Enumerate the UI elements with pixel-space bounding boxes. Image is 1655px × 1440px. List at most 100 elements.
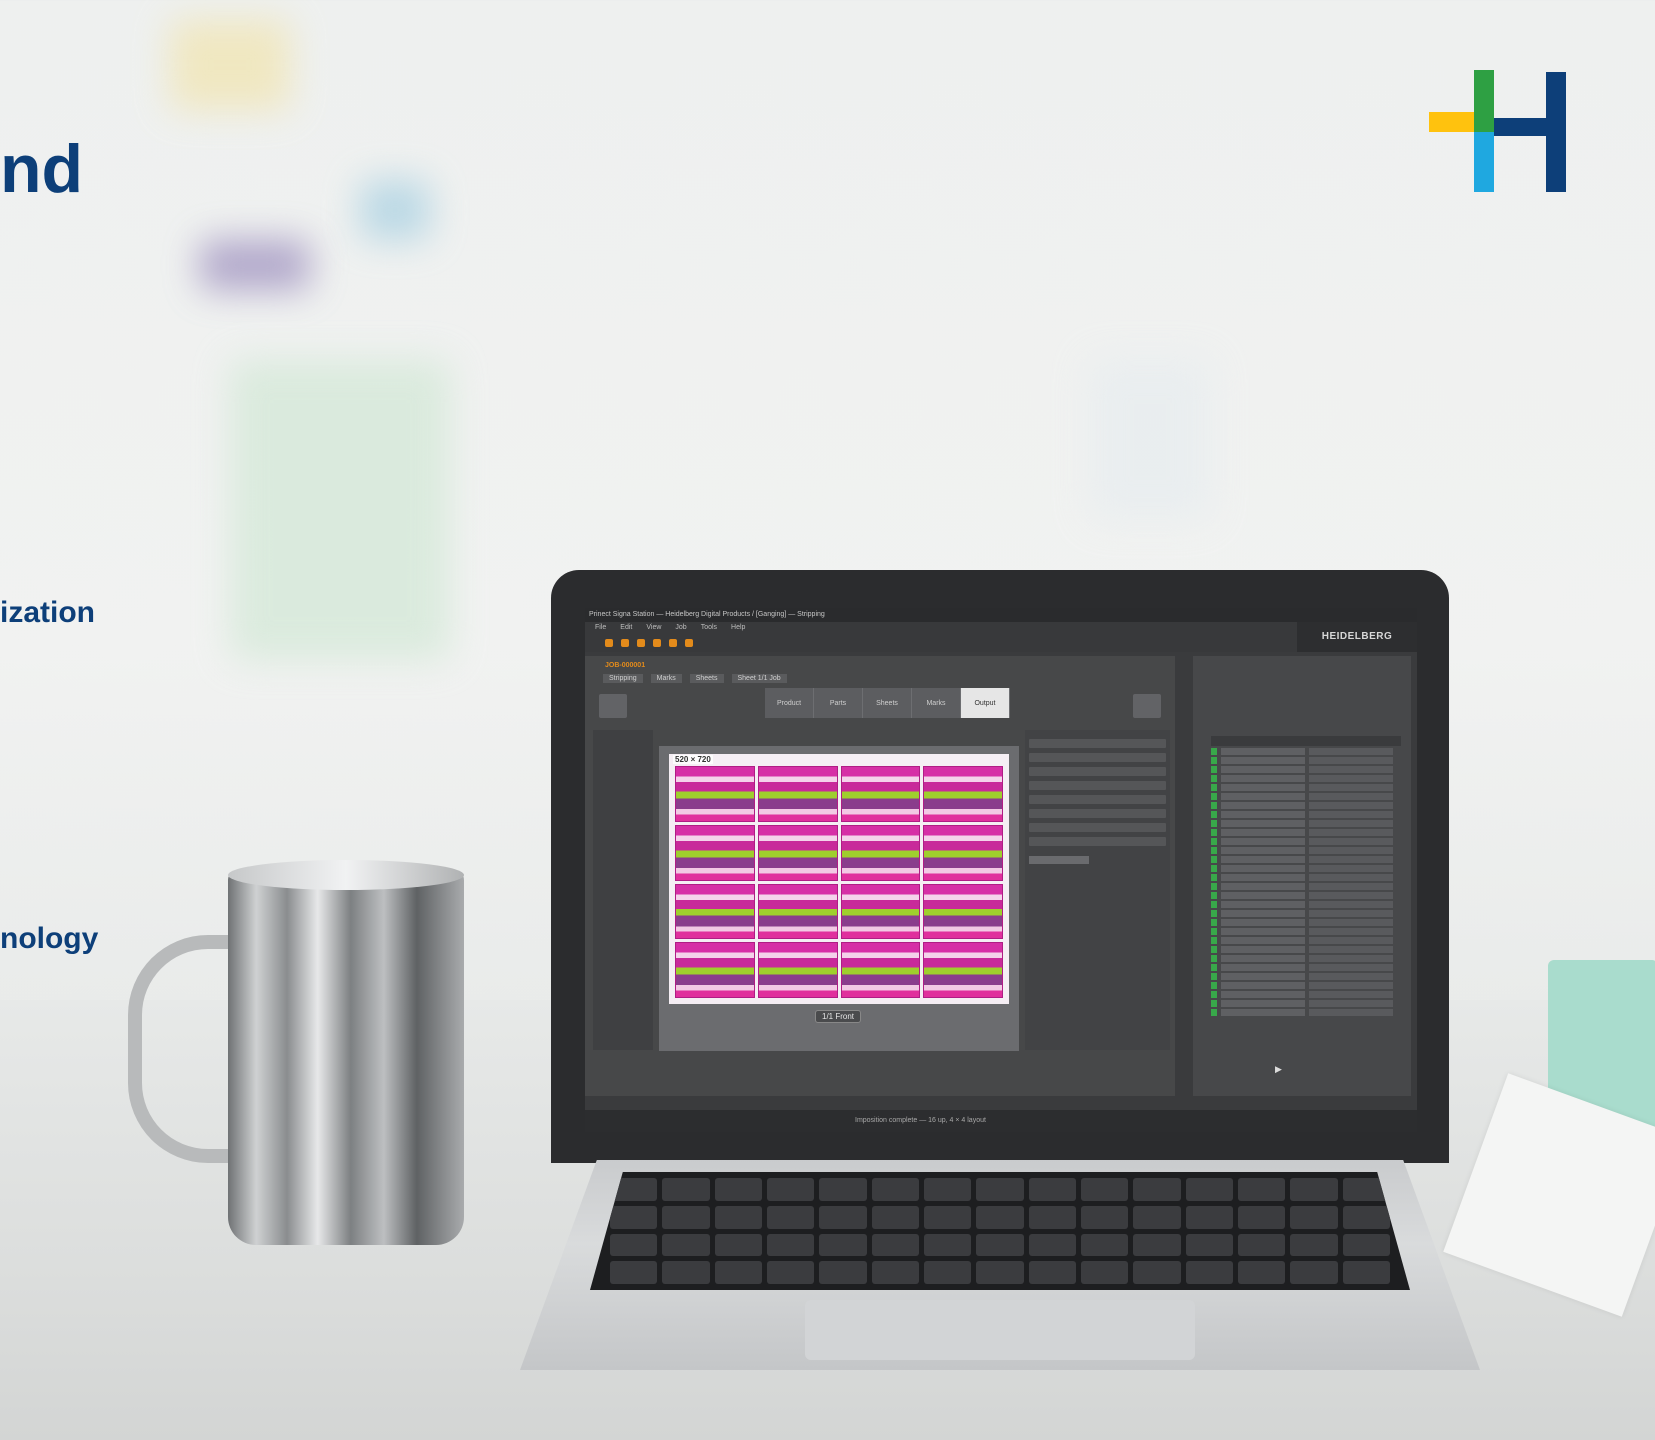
app-toolbar bbox=[585, 634, 1417, 652]
table-row[interactable] bbox=[1211, 982, 1393, 989]
product-tile[interactable] bbox=[757, 942, 838, 998]
save-icon[interactable] bbox=[637, 639, 645, 647]
sheet-dimensions: 520 × 720 bbox=[673, 755, 713, 764]
menu-view[interactable]: View bbox=[646, 622, 661, 634]
product-tile[interactable] bbox=[675, 766, 755, 822]
step-product[interactable]: Product bbox=[765, 688, 814, 718]
laptop-keyboard bbox=[590, 1172, 1410, 1290]
product-tile[interactable] bbox=[757, 883, 838, 940]
product-tile[interactable] bbox=[675, 883, 755, 940]
mug-rim bbox=[228, 860, 464, 890]
property-row[interactable] bbox=[1029, 767, 1166, 776]
product-tile[interactable] bbox=[757, 766, 838, 822]
table-row[interactable] bbox=[1211, 784, 1393, 791]
product-tile[interactable] bbox=[757, 824, 838, 881]
table-row[interactable] bbox=[1211, 793, 1393, 800]
bullet-text-1: ization bbox=[0, 596, 95, 629]
table-row[interactable] bbox=[1211, 775, 1393, 782]
property-row[interactable] bbox=[1029, 795, 1166, 804]
property-row[interactable] bbox=[1029, 837, 1166, 846]
menu-edit[interactable]: Edit bbox=[620, 622, 632, 634]
table-row[interactable] bbox=[1211, 937, 1393, 944]
view-tabs: Stripping Marks Sheets Sheet 1/1 Job bbox=[603, 674, 787, 683]
step-marks[interactable]: Marks bbox=[912, 688, 961, 718]
apply-button[interactable] bbox=[1029, 856, 1089, 864]
product-tile[interactable] bbox=[840, 883, 921, 940]
table-row[interactable] bbox=[1211, 919, 1393, 926]
property-row[interactable] bbox=[1029, 781, 1166, 790]
table-row[interactable] bbox=[1211, 847, 1393, 854]
table-row[interactable] bbox=[1211, 820, 1393, 827]
table-row[interactable] bbox=[1211, 991, 1393, 998]
property-row[interactable] bbox=[1029, 739, 1166, 748]
forward-button[interactable] bbox=[1133, 694, 1161, 718]
table-row[interactable] bbox=[1211, 928, 1393, 935]
product-tile[interactable] bbox=[923, 824, 1003, 881]
document-tab[interactable]: JOB-000001 bbox=[605, 662, 645, 669]
products-panel: ▶ bbox=[1193, 656, 1411, 1096]
table-row[interactable] bbox=[1211, 1000, 1393, 1007]
step-output[interactable]: Output bbox=[961, 688, 1010, 718]
menu-job[interactable]: Job bbox=[675, 622, 686, 634]
table-row[interactable] bbox=[1211, 865, 1393, 872]
table-row[interactable] bbox=[1211, 748, 1393, 755]
brand-h-logo bbox=[1429, 70, 1566, 192]
press-sheet: 520 × 720 bbox=[669, 754, 1009, 1004]
product-tile[interactable] bbox=[675, 942, 755, 998]
product-tile[interactable] bbox=[840, 766, 921, 822]
product-tile[interactable] bbox=[675, 824, 755, 881]
product-table bbox=[1211, 748, 1393, 1018]
product-tile[interactable] bbox=[923, 766, 1003, 822]
table-row[interactable] bbox=[1211, 838, 1393, 845]
product-tile[interactable] bbox=[923, 883, 1003, 940]
table-row[interactable] bbox=[1211, 946, 1393, 953]
undo-icon[interactable] bbox=[669, 639, 677, 647]
print-icon[interactable] bbox=[653, 639, 661, 647]
table-row[interactable] bbox=[1211, 910, 1393, 917]
ganged-layout bbox=[675, 766, 1003, 998]
table-row[interactable] bbox=[1211, 856, 1393, 863]
properties-panel bbox=[1025, 730, 1170, 1050]
menu-help[interactable]: Help bbox=[731, 622, 745, 634]
table-row[interactable] bbox=[1211, 955, 1393, 962]
tab-sheets[interactable]: Sheets bbox=[689, 674, 724, 683]
heidelberg-brand: HEIDELBERG bbox=[1297, 622, 1417, 652]
laptop-screen: Prinect Signa Station — Heidelberg Digit… bbox=[585, 608, 1417, 1132]
tab-sheet-job[interactable]: Sheet 1/1 Job bbox=[731, 674, 787, 683]
product-tile[interactable] bbox=[840, 824, 921, 881]
table-row[interactable] bbox=[1211, 802, 1393, 809]
app-menu-bar: File Edit View Job Tools Help bbox=[585, 622, 1417, 634]
play-icon[interactable]: ▶ bbox=[1275, 1064, 1282, 1075]
back-button[interactable] bbox=[599, 694, 627, 718]
bullet-text-2: nology bbox=[0, 922, 99, 955]
page-headline: nd bbox=[0, 131, 84, 207]
product-tile[interactable] bbox=[923, 942, 1003, 998]
tab-stripping[interactable]: Stripping bbox=[603, 674, 643, 683]
job-tree[interactable] bbox=[593, 730, 653, 1050]
table-row[interactable] bbox=[1211, 901, 1393, 908]
property-row[interactable] bbox=[1029, 823, 1166, 832]
table-row[interactable] bbox=[1211, 811, 1393, 818]
step-sheets[interactable]: Sheets bbox=[863, 688, 912, 718]
table-row[interactable] bbox=[1211, 964, 1393, 971]
redo-icon[interactable] bbox=[685, 639, 693, 647]
table-row[interactable] bbox=[1211, 874, 1393, 881]
table-row[interactable] bbox=[1211, 766, 1393, 773]
table-row[interactable] bbox=[1211, 1009, 1393, 1016]
product-tile[interactable] bbox=[840, 942, 921, 998]
table-row[interactable] bbox=[1211, 757, 1393, 764]
new-icon[interactable] bbox=[605, 639, 613, 647]
menu-file[interactable]: File bbox=[595, 622, 606, 634]
property-row[interactable] bbox=[1029, 753, 1166, 762]
table-row[interactable] bbox=[1211, 829, 1393, 836]
menu-tools[interactable]: Tools bbox=[701, 622, 717, 634]
table-row[interactable] bbox=[1211, 973, 1393, 980]
tab-marks[interactable]: Marks bbox=[650, 674, 682, 683]
property-row[interactable] bbox=[1029, 809, 1166, 818]
table-row[interactable] bbox=[1211, 892, 1393, 899]
imposition-app: Prinect Signa Station — Heidelberg Digit… bbox=[585, 608, 1417, 1132]
sheet-canvas[interactable]: 520 × 720 1/1 Front bbox=[659, 746, 1019, 1051]
step-parts[interactable]: Parts bbox=[814, 688, 863, 718]
table-row[interactable] bbox=[1211, 883, 1393, 890]
open-icon[interactable] bbox=[621, 639, 629, 647]
